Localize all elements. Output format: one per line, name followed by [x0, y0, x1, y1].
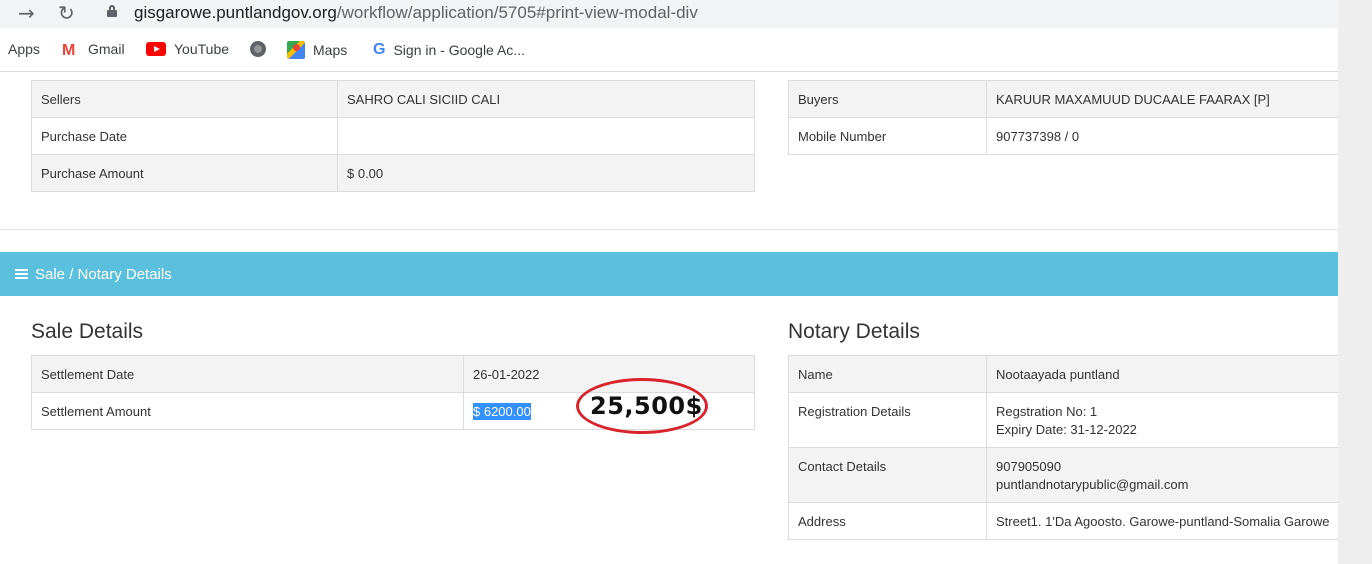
contact-phone: 907905090 [996, 459, 1062, 474]
table-row: Sellers SAHRO CALI SICIID CALI [31, 80, 755, 118]
selected-amount[interactable]: $ 6200.00 [473, 402, 531, 420]
table-label: Purchase Date [31, 117, 338, 155]
bookmark-label: Gmail [88, 41, 125, 57]
section-divider [0, 229, 1338, 230]
registration-number: Regstration No: 1 [996, 404, 1098, 419]
table-label: Settlement Date [31, 355, 464, 393]
bookmark-gmail[interactable]: Gmail [62, 41, 125, 57]
table-row: Purchase Amount $ 0.00 [31, 154, 755, 192]
sale-details-title: Sale Details [31, 320, 144, 343]
table-value [337, 117, 755, 155]
notary-details-table: Name Nootaayada puntland Registration De… [788, 355, 1348, 540]
bookmark-label: Apps [8, 41, 40, 57]
panel-header: Sale / Notary Details [0, 252, 1338, 296]
buyer-table: Buyers KARUUR MAXAMUUD DUCAALE FAARAX [P… [788, 80, 1348, 155]
list-icon [15, 268, 28, 280]
table-row: Name Nootaayada puntland [788, 355, 1348, 393]
table-value: KARUUR MAXAMUUD DUCAALE FAARAX [P] [986, 80, 1348, 118]
table-label: Settlement Amount [31, 392, 464, 430]
maps-icon [287, 41, 305, 59]
table-label: Buyers [788, 80, 987, 118]
table-label: Contact Details [788, 447, 987, 503]
url-host: gisgarowe.puntlandgov.org [134, 3, 337, 22]
table-value: 907905090 puntlandnotarypublic@gmail.com [986, 447, 1348, 503]
contact-email: puntlandnotarypublic@gmail.com [996, 477, 1189, 492]
reload-icon[interactable]: ↻ [58, 2, 75, 24]
table-row: Purchase Date [31, 117, 755, 155]
table-value: Regstration No: 1 Expiry Date: 31-12-202… [986, 392, 1348, 448]
table-label: Registration Details [788, 392, 987, 448]
globe-icon [250, 41, 266, 57]
scrollbar-gutter[interactable] [1338, 0, 1372, 564]
table-row: Contact Details 907905090 puntlandnotary… [788, 447, 1348, 503]
bookmark-google-signin[interactable]: G Sign in - Google Ac... [373, 41, 525, 59]
table-value: Street1. 1'Da Agoosto. Garowe-puntland-S… [986, 502, 1348, 540]
bookmark-label: Maps [313, 42, 348, 58]
table-row: Registration Details Regstration No: 1 E… [788, 392, 1348, 448]
bookmark-maps[interactable]: Maps [287, 41, 347, 59]
table-row: Buyers KARUUR MAXAMUUD DUCAALE FAARAX [P… [788, 80, 1348, 118]
url-path: /workflow/application/5705#print-view-mo… [336, 3, 698, 22]
lock-icon[interactable] [107, 5, 117, 17]
chrome-divider [0, 71, 1338, 72]
bookmark-apps[interactable]: Apps [8, 41, 40, 57]
bookmark-youtube[interactable]: YouTube [146, 41, 229, 57]
annotation-text: 25,500$ [590, 392, 703, 420]
url-field[interactable]: gisgarowe.puntlandgov.org/workflow/appli… [134, 3, 698, 23]
table-label: Sellers [31, 80, 338, 118]
gmail-icon [62, 42, 80, 56]
youtube-icon [146, 42, 166, 56]
table-value: SAHRO CALI SICIID CALI [337, 80, 755, 118]
bookmarks-bar: Apps Gmail YouTube Maps G Sign in - Goog… [0, 36, 1338, 64]
table-value: $ 0.00 [337, 154, 755, 192]
google-icon: G [373, 41, 386, 58]
bookmark-label: Sign in - Google Ac... [393, 42, 525, 58]
notary-details-title: Notary Details [788, 320, 920, 343]
table-value: Nootaayada puntland [986, 355, 1348, 393]
seller-table: Sellers SAHRO CALI SICIID CALI Purchase … [31, 80, 755, 192]
panel-title: Sale / Notary Details [35, 265, 172, 283]
registration-expiry: Expiry Date: 31-12-2022 [996, 422, 1137, 437]
address-bar: → ↻ gisgarowe.puntlandgov.org/workflow/a… [0, 0, 1338, 28]
bookmark-globe[interactable] [250, 41, 274, 57]
table-label: Purchase Amount [31, 154, 338, 192]
table-label: Name [788, 355, 987, 393]
table-row: Mobile Number 907737398 / 0 [788, 117, 1348, 155]
forward-icon[interactable]: → [18, 2, 35, 24]
table-value: 907737398 / 0 [986, 117, 1348, 155]
table-row: Address Street1. 1'Da Agoosto. Garowe-pu… [788, 502, 1348, 540]
table-label: Address [788, 502, 987, 540]
table-label: Mobile Number [788, 117, 987, 155]
bookmark-label: YouTube [174, 41, 230, 57]
